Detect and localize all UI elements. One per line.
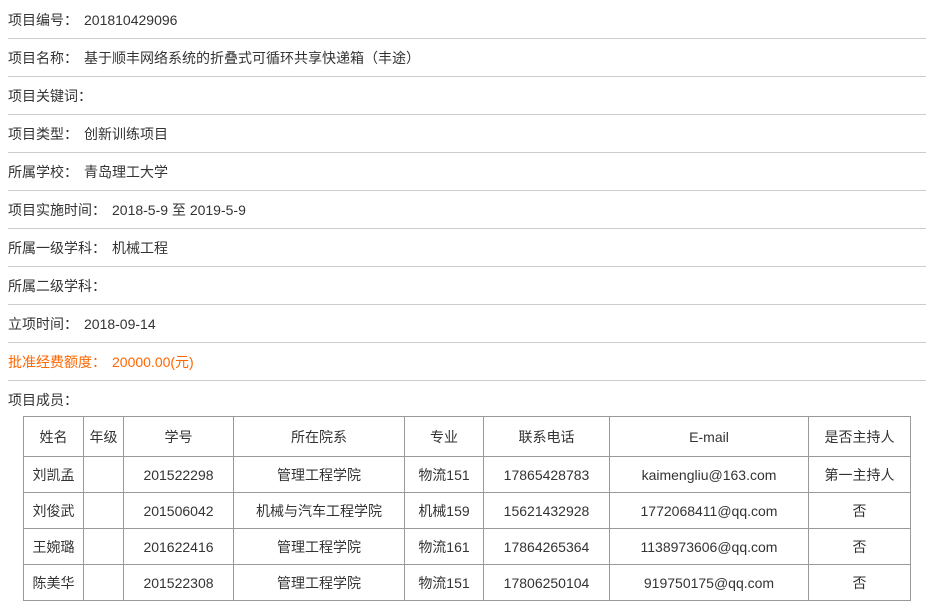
field-value: 2018-09-14 (84, 316, 156, 332)
members-table-header-row: 姓名 年级 学号 所在院系 专业 联系电话 E-mail 是否主持人 (24, 417, 911, 457)
field-label: 项目类型： (8, 126, 78, 142)
project-detail-page: 项目编号： 201810429096 项目名称： 基于顺丰网络系统的折叠式可循环共享… (0, 0, 933, 601)
field-project-type: 项目类型： 创新训练项目 (8, 115, 926, 153)
table-row: 刘俊武 201506042 机械与汽车工程学院 机械159 1562143292… (24, 493, 911, 529)
field-value: 2018-5-9 至 2019-5-9 (112, 202, 246, 218)
field-label: 项目编号： (8, 12, 78, 28)
field-approval-date: 立项时间： 2018-09-14 (8, 305, 926, 343)
field-label: 项目关键词： (8, 88, 92, 104)
field-funding-amount: 批准经费额度： 20000.00(元) (8, 343, 926, 381)
cell-email: 919750175@qq.com (610, 565, 809, 601)
cell-department: 管理工程学院 (234, 457, 405, 493)
cell-major: 物流161 (405, 529, 484, 565)
cell-grade (84, 457, 124, 493)
cell-phone: 17864265364 (484, 529, 610, 565)
field-implementation-period: 项目实施时间： 2018-5-9 至 2019-5-9 (8, 191, 926, 229)
field-value: 青岛理工大学 (84, 164, 168, 180)
cell-is-leader: 否 (809, 529, 911, 565)
field-value: 机械工程 (112, 240, 168, 256)
cell-email: kaimengliu@163.com (610, 457, 809, 493)
cell-student-id: 201522298 (124, 457, 234, 493)
cell-phone: 17806250104 (484, 565, 610, 601)
cell-is-leader: 否 (809, 565, 911, 601)
col-header-grade: 年级 (84, 417, 124, 457)
field-value: 创新训练项目 (84, 126, 168, 142)
field-label: 所属二级学科： (8, 278, 106, 294)
col-header-email: E-mail (610, 417, 809, 457)
field-label: 项目名称： (8, 50, 78, 66)
field-label: 所属学校： (8, 164, 78, 180)
field-project-number: 项目编号： 201810429096 (8, 1, 926, 39)
table-row: 王婉璐 201622416 管理工程学院 物流161 17864265364 1… (24, 529, 911, 565)
cell-grade (84, 529, 124, 565)
field-project-keywords: 项目关键词： (8, 77, 926, 115)
cell-name: 刘凯孟 (24, 457, 84, 493)
cell-name: 陈美华 (24, 565, 84, 601)
field-label: 项目成员： (8, 392, 78, 408)
cell-grade (84, 493, 124, 529)
field-project-members: 项目成员： (8, 381, 926, 416)
col-header-name: 姓名 (24, 417, 84, 457)
cell-department: 机械与汽车工程学院 (234, 493, 405, 529)
cell-is-leader: 否 (809, 493, 911, 529)
cell-department: 管理工程学院 (234, 529, 405, 565)
col-header-student-id: 学号 (124, 417, 234, 457)
cell-major: 物流151 (405, 457, 484, 493)
field-school: 所属学校： 青岛理工大学 (8, 153, 926, 191)
cell-name: 刘俊武 (24, 493, 84, 529)
field-label: 批准经费额度： (8, 354, 106, 370)
cell-major: 物流151 (405, 565, 484, 601)
members-table-wrap: 姓名 年级 学号 所在院系 专业 联系电话 E-mail 是否主持人 刘凯孟 2… (23, 416, 926, 601)
cell-email: 1772068411@qq.com (610, 493, 809, 529)
field-label: 项目实施时间： (8, 202, 106, 218)
field-second-level-discipline: 所属二级学科： (8, 267, 926, 305)
field-project-name: 项目名称： 基于顺丰网络系统的折叠式可循环共享快递箱（丰途） (8, 39, 926, 77)
cell-major: 机械159 (405, 493, 484, 529)
table-row: 陈美华 201522308 管理工程学院 物流151 17806250104 9… (24, 565, 911, 601)
cell-is-leader: 第一主持人 (809, 457, 911, 493)
field-label: 立项时间： (8, 316, 78, 332)
cell-email: 1138973606@qq.com (610, 529, 809, 565)
cell-grade (84, 565, 124, 601)
table-row: 刘凯孟 201522298 管理工程学院 物流151 17865428783 k… (24, 457, 911, 493)
field-value: 基于顺丰网络系统的折叠式可循环共享快递箱（丰途） (84, 50, 420, 66)
col-header-major: 专业 (405, 417, 484, 457)
cell-student-id: 201522308 (124, 565, 234, 601)
field-label: 所属一级学科： (8, 240, 106, 256)
col-header-phone: 联系电话 (484, 417, 610, 457)
cell-department: 管理工程学院 (234, 565, 405, 601)
members-table: 姓名 年级 学号 所在院系 专业 联系电话 E-mail 是否主持人 刘凯孟 2… (23, 416, 911, 601)
field-first-level-discipline: 所属一级学科： 机械工程 (8, 229, 926, 267)
cell-phone: 15621432928 (484, 493, 610, 529)
field-value: 201810429096 (84, 12, 177, 28)
cell-student-id: 201506042 (124, 493, 234, 529)
col-header-department: 所在院系 (234, 417, 405, 457)
cell-name: 王婉璐 (24, 529, 84, 565)
col-header-is-leader: 是否主持人 (809, 417, 911, 457)
cell-student-id: 201622416 (124, 529, 234, 565)
field-value: 20000.00(元) (112, 354, 194, 370)
cell-phone: 17865428783 (484, 457, 610, 493)
